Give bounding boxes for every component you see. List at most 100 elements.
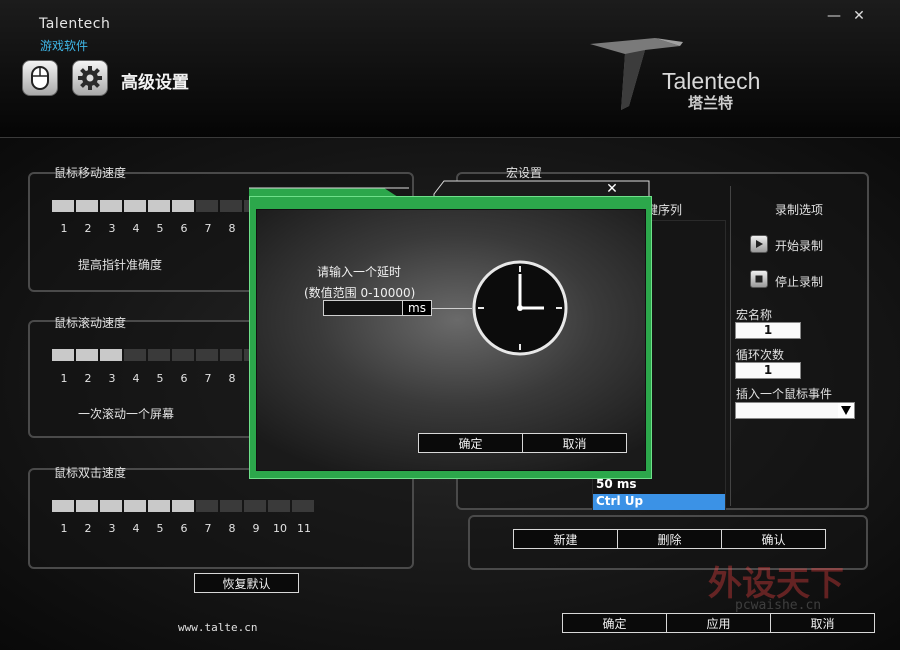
- slider-tick-label: 3: [108, 522, 116, 535]
- slider-segment[interactable]: [52, 349, 74, 361]
- website-url[interactable]: www.talte.cn: [178, 621, 257, 634]
- brand-subtitle: 游戏软件: [40, 39, 89, 53]
- slider-segment[interactable]: [124, 349, 146, 361]
- ms-unit-label: ms: [402, 300, 432, 316]
- slider-segment[interactable]: [196, 200, 218, 212]
- slider-segment[interactable]: [172, 349, 194, 361]
- slider-segment[interactable]: [76, 349, 98, 361]
- scroll-speed-ticks: 1 2 3 4 5 6 7 8: [52, 372, 244, 385]
- slider-tick-label: 11: [297, 522, 311, 535]
- slider-segment[interactable]: [268, 500, 290, 512]
- slider-tick-label: 6: [180, 372, 188, 385]
- dialog-body: 请输入一个延时 (数值范围 0-10000) ms 确定 取消: [256, 209, 646, 471]
- move-speed-note: 提高指针准确度: [78, 258, 163, 272]
- dialog-cancel-button[interactable]: 取消: [522, 433, 627, 453]
- list-item[interactable]: 50 ms: [596, 477, 637, 491]
- delay-range: (数值范围 0-10000): [304, 286, 416, 300]
- stop-record-label[interactable]: 停止录制: [775, 273, 823, 290]
- slider-tick-label: 7: [204, 522, 212, 535]
- stop-icon[interactable]: [750, 270, 768, 288]
- slider-segment[interactable]: [100, 349, 122, 361]
- dblclick-speed-title: 鼠标双击速度: [54, 466, 127, 480]
- slider-tick-label: 2: [84, 522, 92, 535]
- list-item-selected[interactable]: Ctrl Up: [593, 494, 725, 510]
- clock-icon: [472, 260, 568, 356]
- slider-tick-label: 5: [156, 222, 164, 235]
- mouse-icon: [31, 66, 49, 90]
- slider-tick-label: 5: [156, 522, 164, 535]
- slider-segment[interactable]: [172, 200, 194, 212]
- delete-macro-button[interactable]: 删除: [617, 529, 722, 549]
- macro-name-label: 宏名称: [736, 308, 773, 322]
- minimize-button[interactable]: —: [825, 8, 843, 24]
- ok-button[interactable]: 确定: [562, 613, 667, 633]
- delay-dialog: ✕ 请输入一个延时 (数值范围 0-10000) ms 确定 取消: [249, 178, 652, 479]
- slider-tick-label: 4: [132, 372, 140, 385]
- slider-tick-label: 7: [204, 372, 212, 385]
- slider-segment[interactable]: [148, 200, 170, 212]
- slider-segment[interactable]: [196, 500, 218, 512]
- scroll-speed-title: 鼠标滚动速度: [54, 316, 127, 330]
- slider-segment[interactable]: [52, 200, 74, 212]
- delay-input[interactable]: [323, 300, 403, 316]
- slider-segment[interactable]: [52, 500, 74, 512]
- close-button[interactable]: ✕: [850, 8, 868, 24]
- dblclick-speed-panel: 鼠标双击速度 1 2 3 4 5 6 7 8 9 10 11: [28, 466, 414, 569]
- slider-segment[interactable]: [292, 500, 314, 512]
- play-icon[interactable]: [750, 235, 768, 253]
- apply-button[interactable]: 应用: [666, 613, 771, 633]
- start-record-label[interactable]: 开始录制: [775, 237, 823, 254]
- new-macro-button[interactable]: 新建: [513, 529, 618, 549]
- slider-segment[interactable]: [76, 200, 98, 212]
- dialog-ok-button[interactable]: 确定: [418, 433, 523, 453]
- slider-tick-label: 1: [60, 222, 68, 235]
- slider-segment[interactable]: [244, 500, 266, 512]
- slider-segment[interactable]: [100, 500, 122, 512]
- nav-settings-button[interactable]: [72, 60, 108, 96]
- brand-name: Talentech: [39, 16, 111, 32]
- loop-count-label: 循环次数: [736, 348, 785, 362]
- dialog-frame: 请输入一个延时 (数值范围 0-10000) ms 确定 取消: [249, 196, 652, 479]
- slider-segment[interactable]: [220, 500, 242, 512]
- watermark-url: pcwaishe.cn: [735, 598, 822, 613]
- gear-icon: [78, 66, 102, 90]
- slider-tick-label: 10: [273, 522, 287, 535]
- dropdown-arrow-icon[interactable]: [838, 403, 854, 418]
- slider-tick-label: 4: [132, 522, 140, 535]
- confirm-macro-button[interactable]: 确认: [721, 529, 826, 549]
- slider-tick-label: 6: [180, 222, 188, 235]
- slider-tick-label: 1: [60, 372, 68, 385]
- slider-tick-label: 4: [132, 222, 140, 235]
- slider-tick-label: 8: [228, 372, 236, 385]
- slider-tick-label: 3: [108, 372, 116, 385]
- slider-segment[interactable]: [196, 349, 218, 361]
- slider-segment[interactable]: [100, 200, 122, 212]
- slider-tick-label: 5: [156, 372, 164, 385]
- dialog-close-button[interactable]: ✕: [604, 181, 620, 197]
- app-window: Talentech 游戏软件 — ✕ 高级设置 Talentech 塔兰特 鼠标…: [0, 0, 900, 650]
- loop-count-field[interactable]: 1: [735, 362, 801, 379]
- slider-segment[interactable]: [220, 349, 242, 361]
- record-options-title: 录制选项: [775, 203, 824, 217]
- slider-tick-label: 2: [84, 372, 92, 385]
- slider-tick-label: 1: [60, 522, 68, 535]
- slider-segment[interactable]: [124, 200, 146, 212]
- slider-segment[interactable]: [220, 200, 242, 212]
- slider-tick-label: 8: [228, 222, 236, 235]
- slider-segment[interactable]: [148, 500, 170, 512]
- slider-segment[interactable]: [172, 500, 194, 512]
- dblclick-speed-slider[interactable]: [52, 500, 314, 512]
- restore-default-button[interactable]: 恢复默认: [194, 573, 299, 593]
- slider-tick-label: 2: [84, 222, 92, 235]
- slider-tick-label: 8: [228, 522, 236, 535]
- insert-mouse-event-select[interactable]: [735, 402, 855, 419]
- macro-name-field[interactable]: 1: [735, 322, 801, 339]
- nav-mouse-button[interactable]: [22, 60, 58, 96]
- slider-segment[interactable]: [124, 500, 146, 512]
- slider-tick-label: 3: [108, 222, 116, 235]
- divider: [730, 186, 731, 506]
- header: Talentech 游戏软件 — ✕ 高级设置 Talentech 塔兰特: [0, 0, 900, 138]
- slider-segment[interactable]: [148, 349, 170, 361]
- cancel-button[interactable]: 取消: [770, 613, 875, 633]
- slider-segment[interactable]: [76, 500, 98, 512]
